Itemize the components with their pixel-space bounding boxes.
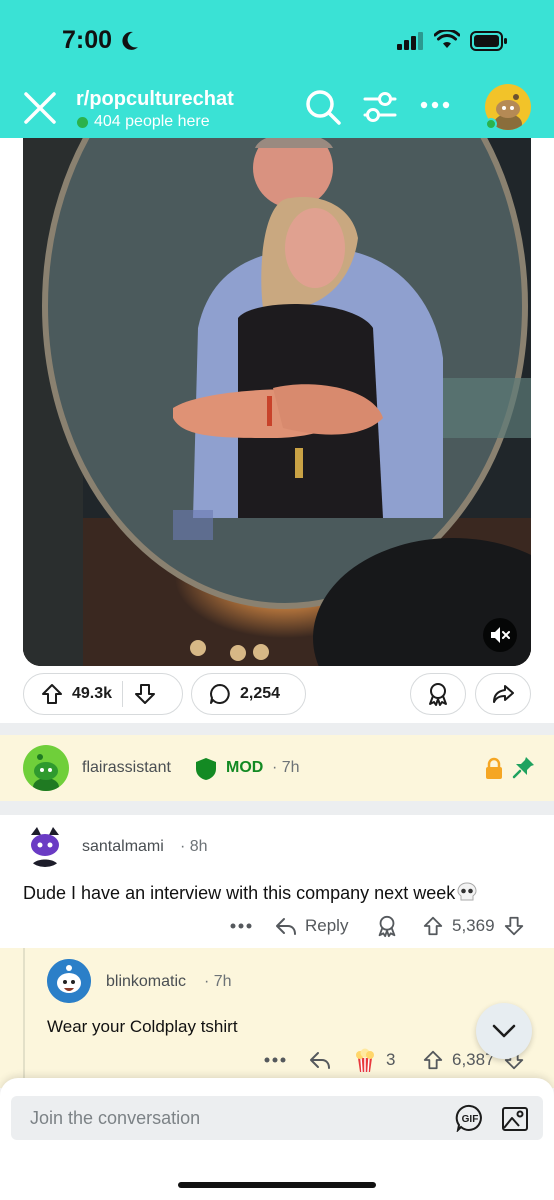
comment-award-button[interactable]	[375, 912, 399, 940]
comment-composer: Join the conversation GIF	[0, 1078, 554, 1200]
comment-vote-control: 5,369	[422, 912, 525, 940]
section-separator	[0, 723, 554, 735]
award-icon	[378, 915, 396, 938]
comment-username[interactable]: flairassistant	[82, 759, 171, 777]
comment-time: · 7h	[204, 973, 232, 990]
home-indicator	[178, 1182, 376, 1188]
avatar-online-dot	[485, 118, 497, 130]
comment-bubble-icon	[210, 684, 230, 704]
wifi-icon	[434, 30, 460, 48]
snoo-avatar-icon	[47, 959, 91, 1003]
snoo-avatar-icon	[33, 754, 59, 791]
comment-score: 5,369	[452, 916, 495, 935]
reply-button[interactable]	[309, 1046, 331, 1074]
comments-button[interactable]: 2,254	[191, 673, 306, 715]
time-value: 8h	[189, 838, 208, 855]
skull-emoji-icon	[457, 882, 477, 901]
post-video[interactable]	[23, 138, 531, 666]
cellular-signal-icon	[397, 32, 423, 50]
reply-body: Wear your Coldplay tshirt	[47, 1017, 238, 1036]
downvote-icon[interactable]	[503, 915, 525, 937]
more-options-icon	[264, 1057, 286, 1063]
reply-award-button[interactable]: 3	[352, 1046, 395, 1074]
battery-icon	[470, 31, 507, 51]
share-arrow-icon	[493, 685, 514, 703]
share-button[interactable]	[475, 673, 531, 715]
time-value: 7h	[213, 973, 232, 990]
search-icon[interactable]	[304, 88, 342, 126]
vote-control: 49.3k	[23, 673, 183, 715]
video-frame	[23, 138, 531, 666]
comment-body: Dude I have an interview with this compa…	[23, 882, 477, 904]
online-count: 404 people here	[94, 113, 210, 130]
award-icon	[429, 683, 447, 706]
subreddit-name[interactable]: r/popculturechat	[76, 88, 234, 111]
replier-avatar[interactable]	[47, 959, 91, 1003]
close-button[interactable]	[22, 90, 58, 126]
award-count: 3	[386, 1050, 396, 1069]
comment-username[interactable]: santalmami	[82, 838, 164, 856]
divider	[122, 681, 124, 707]
mute-button[interactable]	[483, 618, 517, 652]
filter-icon[interactable]	[362, 90, 398, 124]
pin-icon	[512, 757, 534, 779]
mod-shield-icon	[196, 758, 216, 780]
online-indicator	[77, 117, 88, 128]
reply-label: Reply	[305, 916, 349, 935]
comment-username[interactable]: blinkomatic	[106, 973, 186, 991]
comment-more-button[interactable]	[230, 912, 252, 940]
lock-icon	[486, 757, 502, 779]
upvote-icon[interactable]	[40, 682, 64, 706]
mod-badge: MOD	[226, 759, 264, 776]
upvote-count: 49.3k	[72, 685, 113, 702]
award-button[interactable]	[410, 673, 466, 715]
gif-icon[interactable]: GIF	[455, 1104, 485, 1132]
comment-input-placeholder: Join the conversation	[30, 1108, 201, 1128]
comment-text: Dude I have an interview with this compa…	[23, 883, 456, 903]
comment-input[interactable]: Join the conversation GIF	[11, 1096, 543, 1140]
downvote-icon[interactable]	[133, 682, 157, 706]
reply-arrow-icon	[276, 918, 296, 935]
popcorn-award-icon	[356, 1048, 374, 1073]
svg-text:GIF: GIF	[462, 1114, 479, 1125]
upvote-icon[interactable]	[422, 1049, 444, 1071]
more-options-icon[interactable]	[420, 98, 450, 112]
time-value: 7h	[281, 759, 300, 776]
comment-count: 2,254	[240, 685, 281, 702]
scroll-down-button[interactable]	[476, 1003, 532, 1059]
moon-icon	[122, 31, 138, 50]
upvote-icon[interactable]	[422, 915, 444, 937]
section-separator	[0, 801, 554, 815]
comment-time: · 7h	[272, 759, 300, 776]
snoo-avatar-icon	[31, 827, 59, 867]
reply-arrow-icon	[310, 1052, 330, 1069]
commenter-avatar[interactable]	[23, 823, 67, 867]
more-options-icon	[230, 923, 252, 929]
comment-time: · 8h	[180, 838, 208, 855]
pinned-mod-comment[interactable]: flairassistant MOD · 7h	[0, 735, 554, 801]
mod-avatar[interactable]	[23, 745, 69, 791]
chevron-down-icon	[492, 1024, 516, 1038]
image-upload-icon[interactable]	[501, 1104, 529, 1132]
status-time: 7:00	[62, 26, 113, 54]
reply-more-button[interactable]	[264, 1046, 286, 1074]
top-bar: 7:00 r/popculturechat 404 people here	[0, 0, 554, 138]
reply-button[interactable]: Reply	[275, 912, 348, 940]
thread-line[interactable]	[23, 948, 25, 1088]
volume-muted-icon	[491, 627, 510, 643]
